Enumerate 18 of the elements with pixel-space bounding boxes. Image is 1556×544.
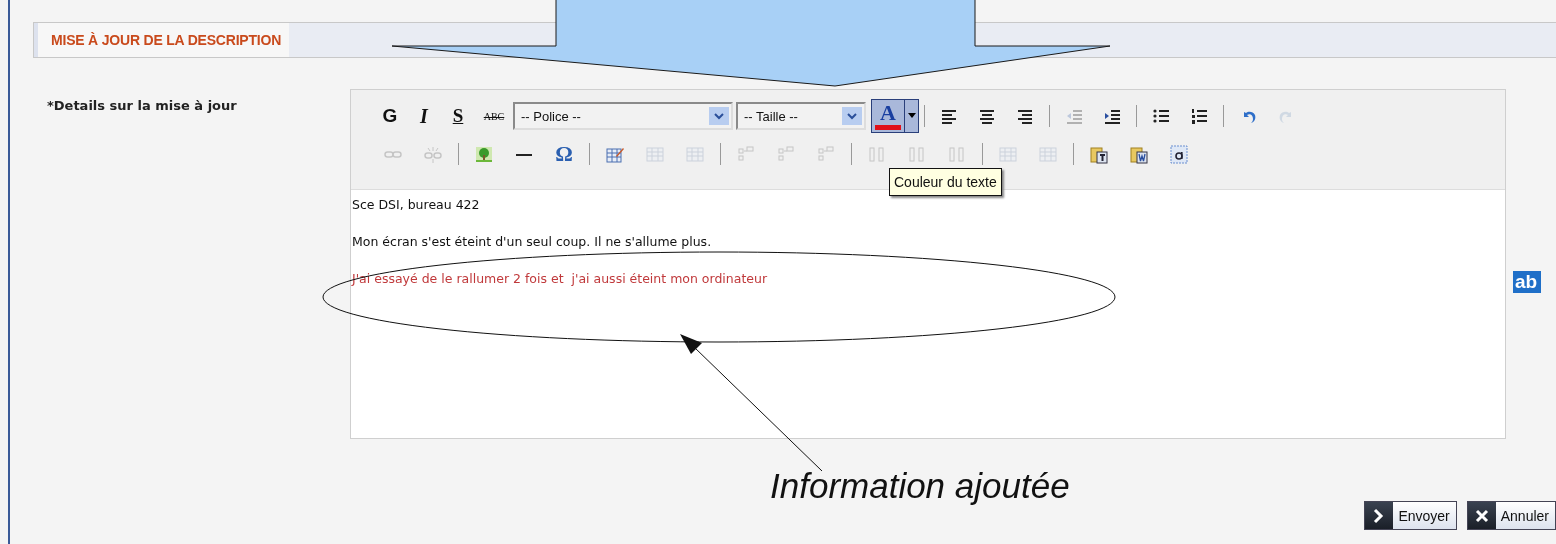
send-button[interactable]: Envoyer: [1364, 501, 1457, 530]
dropdown[interactable]: -- Police --: [513, 102, 733, 130]
text-color-button[interactable]: A: [871, 99, 919, 133]
section-title: MISE À JOUR DE LA DESCRIPTION: [34, 23, 290, 57]
bold-button[interactable]: G: [378, 104, 402, 128]
text-line: Sce DSI, bureau 422: [352, 197, 481, 212]
text-line: Mon écran s'est éteint d'un seul coup. Il ne s'allume plus.: [352, 234, 713, 249]
special-character-button[interactable]: Ω: [550, 142, 578, 166]
dropdown[interactable]: -- Taille --: [736, 102, 866, 130]
caret-icon[interactable]: [904, 100, 918, 132]
logo: ab: [1513, 271, 1541, 293]
underline-button[interactable]: S: [446, 104, 470, 128]
italic-button[interactable]: I: [412, 104, 436, 128]
cancel-button[interactable]: Annuler: [1466, 501, 1556, 530]
tooltip: Couleur du texte: [889, 168, 1002, 196]
field-label: *Details sur la mise à jour: [46, 97, 238, 115]
strike-button[interactable]: ABC: [480, 104, 508, 128]
annotation-label: Information ajoutée: [770, 466, 1070, 506]
